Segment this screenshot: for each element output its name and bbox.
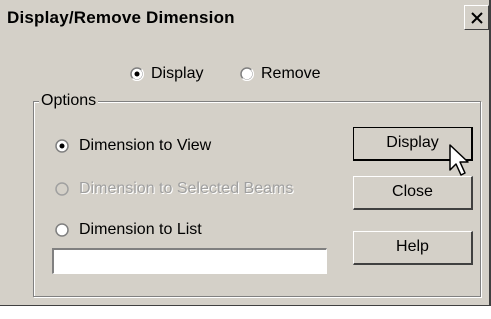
remove-mode-label: Remove [261, 65, 321, 82]
window-title: Display/Remove Dimension [7, 8, 235, 27]
display-mode-radio[interactable] [130, 67, 144, 81]
dimension-list-input[interactable] [52, 248, 327, 274]
dimension-to-list-radio[interactable] [55, 223, 69, 237]
options-group-label: Options [39, 92, 99, 110]
dimension-to-selected-beams-label: Dimension to Selected Beams [79, 180, 294, 197]
close-window-button[interactable] [464, 5, 489, 30]
display-mode-label: Display [151, 65, 204, 82]
dimension-to-view-radio[interactable] [55, 139, 69, 153]
close-icon [471, 12, 483, 24]
mouse-pointer-icon [449, 144, 469, 176]
dimension-to-selected-beams-radio [55, 182, 69, 196]
display-remove-dimension-dialog: Display/Remove Dimension Display Remove … [0, 0, 491, 306]
title-bar[interactable]: Display/Remove Dimension [0, 0, 489, 34]
close-button[interactable]: Close [353, 176, 473, 210]
dimension-to-list-label: Dimension to List [79, 221, 202, 238]
help-button[interactable]: Help [353, 231, 473, 265]
remove-mode-radio[interactable] [240, 67, 254, 81]
dimension-to-view-label: Dimension to View [79, 137, 212, 154]
